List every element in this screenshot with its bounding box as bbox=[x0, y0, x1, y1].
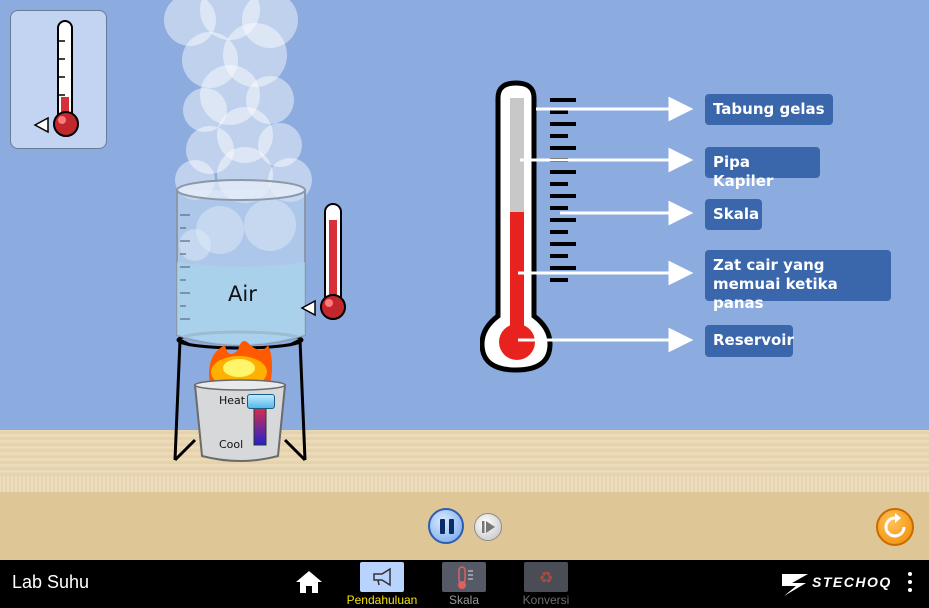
tab-label-konversi: Konversi bbox=[522, 593, 570, 607]
step-forward-button[interactable] bbox=[474, 513, 502, 541]
home-button[interactable] bbox=[294, 568, 324, 596]
simulation-stage bbox=[0, 0, 929, 430]
brand-logo: STECHOQ bbox=[778, 566, 903, 600]
tab-label-skala: Skala bbox=[448, 593, 480, 607]
pause-button[interactable] bbox=[428, 508, 464, 544]
label-zat-cair: Zat cair yang memuai ketika panas bbox=[705, 250, 891, 312]
label-skala: Skala bbox=[705, 199, 762, 230]
thermometer-tool-card[interactable] bbox=[10, 10, 107, 149]
tab-label-pendahuluan: Pendahuluan bbox=[346, 593, 418, 607]
reset-icon bbox=[884, 513, 906, 538]
recycle-icon: ♻ bbox=[524, 562, 568, 592]
label-reservoir: Reservoir bbox=[705, 325, 794, 357]
pause-icon bbox=[440, 519, 445, 534]
kebab-dot-icon bbox=[908, 588, 912, 592]
svg-text:♻: ♻ bbox=[539, 568, 553, 587]
reset-button[interactable] bbox=[876, 508, 914, 546]
thermometer-diagram bbox=[480, 80, 694, 373]
label-tabung-gelas: Tabung gelas bbox=[705, 94, 833, 125]
more-options-button[interactable] bbox=[906, 570, 914, 596]
tab-konversi[interactable]: ♻ Konversi bbox=[510, 562, 570, 608]
scale-ticks bbox=[550, 98, 576, 282]
home-icon bbox=[296, 571, 322, 593]
label-pipa-kapiler: Pipa Kapiler bbox=[705, 147, 820, 190]
step-forward-icon bbox=[482, 521, 495, 533]
beaker bbox=[176, 179, 306, 346]
app-title: Lab Suhu bbox=[12, 572, 90, 592]
pause-icon-bar bbox=[449, 519, 454, 534]
beaker-thermometer[interactable] bbox=[298, 202, 350, 327]
beaker-label: Air bbox=[228, 282, 257, 306]
cool-label: Cool bbox=[219, 438, 244, 451]
thermometer-icon bbox=[33, 20, 79, 137]
tab-skala[interactable]: Skala bbox=[428, 562, 488, 608]
kebab-dot-icon bbox=[908, 572, 912, 576]
label-arrows bbox=[518, 96, 694, 353]
heat-label: Heat bbox=[219, 394, 246, 407]
brand-name: STECHOQ bbox=[812, 574, 892, 590]
control-bar bbox=[0, 492, 929, 560]
lab-table-edge bbox=[0, 476, 929, 493]
lab-table bbox=[0, 430, 929, 476]
heat-cool-slider[interactable] bbox=[247, 394, 275, 409]
tab-pendahuluan[interactable]: Pendahuluan bbox=[346, 562, 417, 608]
megaphone-icon bbox=[360, 562, 404, 592]
kebab-dot-icon bbox=[908, 580, 912, 584]
thermometer-scale-icon bbox=[442, 562, 486, 592]
